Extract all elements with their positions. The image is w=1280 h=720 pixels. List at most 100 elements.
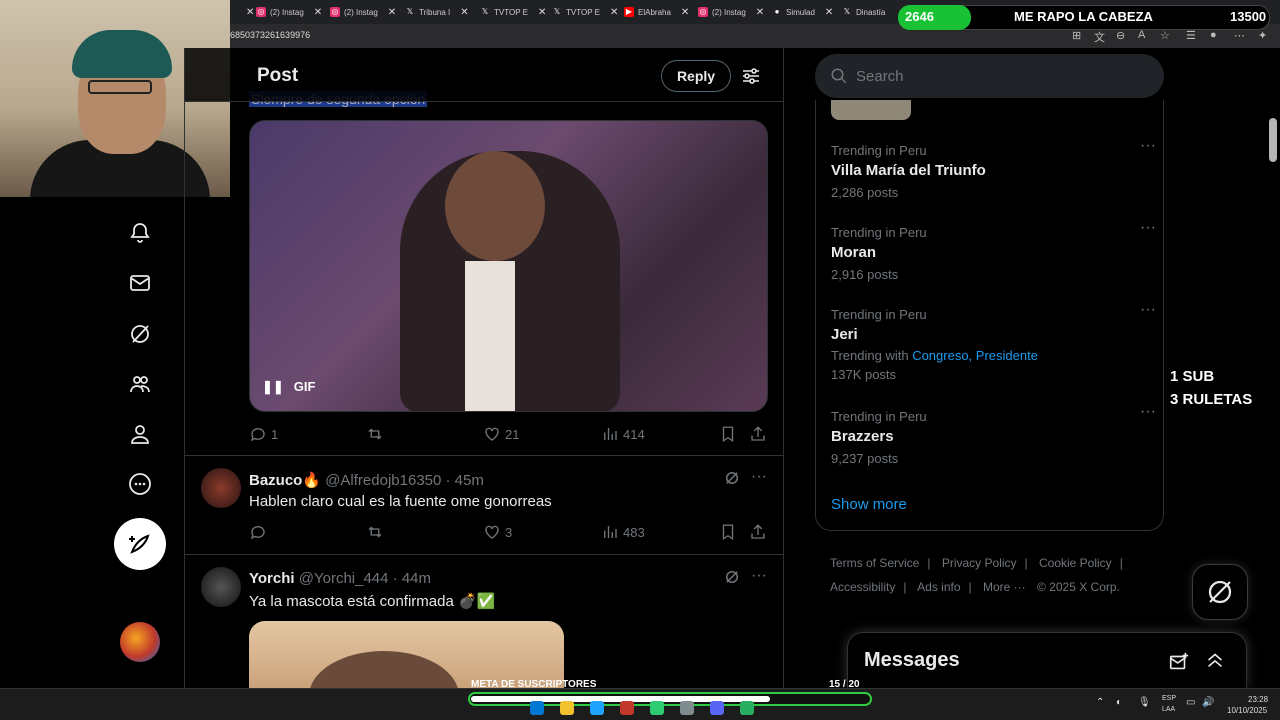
bookmark-action[interactable] [719,523,737,541]
avatar[interactable] [201,567,241,607]
windows-start-icon[interactable] [530,701,544,715]
share-action[interactable] [749,523,767,541]
browser-tab[interactable]: ◎ (2) Instag ✕ [698,3,772,21]
bookmark-action[interactable] [719,425,737,443]
read-aloud-icon[interactable]: A [1138,29,1145,41]
trend-item[interactable]: Trending in Peru Villa María del Triunfo… [831,137,1156,200]
close-icon[interactable]: ✕ [538,7,546,18]
file-explorer-icon[interactable] [560,701,574,715]
compose-post-button[interactable] [114,518,166,570]
post-gif-media[interactable]: ❚❚ GIF [249,120,768,412]
search-input[interactable] [856,55,1146,97]
close-icon[interactable]: ✕ [388,7,396,18]
trend-thumbnail[interactable] [831,100,911,120]
tray-app-icon[interactable]: ◐ [1116,697,1122,708]
trend-item[interactable]: Trending in Peru Moran 2,916 posts ··· [831,219,1156,282]
grok-icon[interactable] [723,469,741,487]
more-options-icon[interactable]: ··· [751,468,767,486]
browser-tab[interactable]: 𝕏 TVTOP E ✕ [480,3,554,21]
nav-communities[interactable] [125,369,155,399]
scrollbar-thumb[interactable] [1269,118,1277,162]
more-options-icon[interactable]: ··· [1140,403,1156,421]
tray-chevron-up-icon[interactable]: ⌃ [1096,697,1104,708]
clock-date[interactable]: 10/10/2025 [1227,706,1267,715]
terms-link[interactable]: Terms of Service [830,556,919,570]
chevron-double-up-icon[interactable] [1204,649,1226,671]
close-icon[interactable]: ✕ [610,7,618,18]
tab-close-x[interactable]: ✕ [240,3,254,21]
microphone-icon[interactable]: 🎙 [1138,697,1151,708]
reply-author[interactable]: Yorchi @Yorchi_444 · 44m [249,570,431,587]
close-icon[interactable]: ✕ [314,7,322,18]
nav-messages[interactable] [125,268,155,298]
messages-drawer[interactable]: Messages [847,632,1247,688]
more-options-icon[interactable]: ··· [1140,137,1156,155]
trend-with-topics[interactable]: Congreso, Presidente [912,348,1038,363]
share-action[interactable] [749,425,767,443]
new-message-icon[interactable] [1168,651,1190,673]
accessibility-link[interactable]: Accessibility [830,580,895,594]
pause-icon[interactable]: ❚❚ [262,379,284,395]
more-link[interactable]: More ··· [983,580,1026,594]
install-app-icon[interactable]: ⊞ [1072,29,1081,42]
grok-icon[interactable] [723,568,741,586]
keyboard-layout[interactable]: LAA [1162,706,1175,713]
app-icon[interactable] [740,701,754,715]
nav-notifications[interactable] [125,218,155,248]
clock-time[interactable]: 23:28 [1248,695,1268,704]
close-icon[interactable]: ✕ [460,7,468,18]
zoom-icon[interactable]: ⊖ [1116,29,1125,42]
browser-tab[interactable]: 𝕏 Tribuna I ✕ [405,3,479,21]
gif-controls[interactable]: ❚❚ GIF [262,379,315,395]
browser-tab[interactable]: ● Simulad ✕ [772,3,838,21]
show-more-link[interactable]: Show more [831,496,907,513]
app-icon[interactable] [620,701,634,715]
avatar[interactable] [201,468,241,508]
close-icon[interactable]: ✕ [825,7,833,18]
browser-tab[interactable]: ▶ ElAbraha ✕ [624,3,698,21]
search-box[interactable] [815,54,1164,98]
copilot-icon[interactable]: ✦ [1258,29,1267,42]
repost-action[interactable] [366,425,384,443]
browser-tab[interactable]: 𝕏 Dinastía [842,3,902,21]
close-icon[interactable]: ✕ [756,7,764,18]
account-avatar[interactable] [120,622,160,662]
views-action[interactable]: 483 [601,523,645,541]
nav-grok[interactable] [125,319,155,349]
reply-media-image[interactable] [249,621,564,688]
browser-tab[interactable]: ◎ (2) Instag ✕ [330,3,404,21]
url-text[interactable]: 6850373261639976 [230,30,310,40]
trend-item[interactable]: Trending in Peru Brazzers 9,237 posts ··… [831,403,1156,466]
filter-icon[interactable] [741,66,761,86]
more-options-icon[interactable]: ··· [1140,301,1156,319]
nav-more[interactable] [125,469,155,499]
cookie-link[interactable]: Cookie Policy [1039,556,1112,570]
like-action[interactable]: 21 [483,425,519,443]
reply-action[interactable]: 1 [249,425,278,443]
favorite-icon[interactable]: ☆ [1160,29,1170,42]
app-icon[interactable] [680,701,694,715]
translate-icon[interactable]: 文 [1094,29,1105,45]
like-action[interactable]: 3 [483,523,512,541]
browser-tab[interactable]: 𝕏 TVTOP E ✕ [552,3,626,21]
privacy-link[interactable]: Privacy Policy [942,556,1017,570]
browser-tab[interactable]: ◎ (2) Instag ✕ [256,3,326,21]
volume-icon[interactable]: 🔊 [1202,697,1214,708]
more-options-icon[interactable]: ··· [751,567,767,585]
reply-action[interactable] [249,523,267,541]
reply-author[interactable]: Bazuco🔥 @Alfredojb16350 · 45m [249,471,484,489]
network-icon[interactable]: ▭ [1186,697,1195,708]
discord-icon[interactable] [710,701,724,715]
menu-icon[interactable]: ⋯ [1234,29,1245,42]
repost-action[interactable] [366,523,384,541]
language-indicator[interactable]: ESP [1162,695,1176,702]
favorites-list-icon[interactable]: ☰ [1186,29,1196,42]
nav-profile[interactable] [125,419,155,449]
grok-floating-button[interactable] [1192,564,1248,620]
views-action[interactable]: 414 [601,425,645,443]
profile-avatar-icon[interactable]: ● [1210,29,1217,41]
reply-button[interactable]: Reply [661,60,731,92]
more-options-icon[interactable]: ··· [1140,219,1156,237]
ads-info-link[interactable]: Ads info [917,580,960,594]
close-icon[interactable]: ✕ [681,7,689,18]
